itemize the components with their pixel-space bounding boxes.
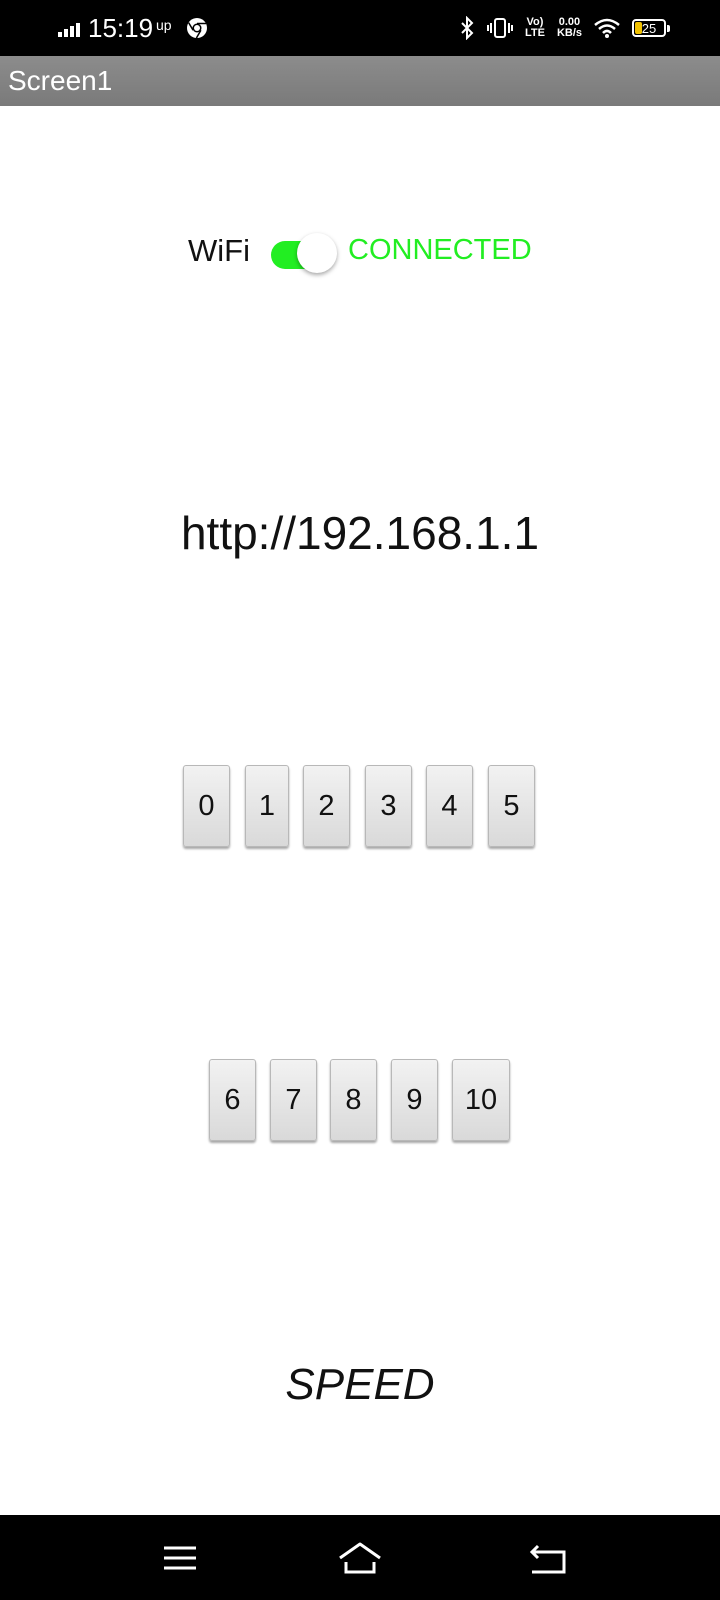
signal-icon bbox=[58, 23, 80, 37]
battery-level: 25 bbox=[641, 20, 657, 36]
chrome-icon bbox=[187, 18, 207, 39]
number-button-9[interactable]: 9 bbox=[391, 1059, 438, 1141]
number-button-7[interactable]: 7 bbox=[270, 1059, 317, 1141]
navigation-bar bbox=[0, 1515, 720, 1600]
number-button-0[interactable]: 0 bbox=[183, 765, 230, 847]
battery-icon: 25 bbox=[632, 19, 670, 37]
menu-icon[interactable] bbox=[156, 1538, 204, 1578]
clock: 15:19 bbox=[88, 13, 154, 43]
speed-label: SPEED bbox=[285, 1360, 435, 1409]
vibrate-icon bbox=[486, 18, 513, 38]
status-bar: 15:19 up Vo) LTE 0.00 KB/s 25 bbox=[0, 0, 720, 56]
number-button-10[interactable]: 10 bbox=[452, 1059, 510, 1141]
number-button-3[interactable]: 3 bbox=[365, 765, 412, 847]
url-label: http://192.168.1.1 bbox=[180, 507, 540, 559]
number-button-8[interactable]: 8 bbox=[330, 1059, 377, 1141]
data-speed-unit: KB/s bbox=[556, 27, 582, 39]
number-button-2[interactable]: 2 bbox=[303, 765, 350, 847]
home-icon[interactable] bbox=[336, 1538, 384, 1578]
volte-line2: LTE bbox=[524, 27, 545, 39]
connection-status: CONNECTED bbox=[348, 234, 532, 266]
number-button-5[interactable]: 5 bbox=[488, 765, 535, 847]
wifi-signal-icon bbox=[594, 18, 620, 38]
status-icons: Vo) LTE 0.00 KB/s 25 bbox=[459, 13, 670, 43]
wifi-toggle[interactable] bbox=[271, 233, 337, 273]
title-bar: Screen1 bbox=[0, 56, 720, 106]
app-screen: 15:19 up Vo) LTE 0.00 KB/s 25 Screen1 Wi… bbox=[0, 0, 720, 1600]
number-button-1[interactable]: 1 bbox=[245, 765, 289, 847]
data-speed: 0.00 KB/s bbox=[557, 17, 582, 39]
network-tag: up bbox=[156, 17, 172, 33]
screen-title: Screen1 bbox=[8, 65, 113, 96]
toggle-thumb bbox=[297, 233, 337, 273]
wifi-label: WiFi bbox=[188, 233, 250, 268]
bluetooth-icon bbox=[461, 16, 474, 40]
back-icon[interactable] bbox=[524, 1538, 572, 1578]
volte-indicator: Vo) LTE bbox=[525, 17, 545, 39]
number-button-6[interactable]: 6 bbox=[209, 1059, 256, 1141]
number-button-4[interactable]: 4 bbox=[426, 765, 473, 847]
